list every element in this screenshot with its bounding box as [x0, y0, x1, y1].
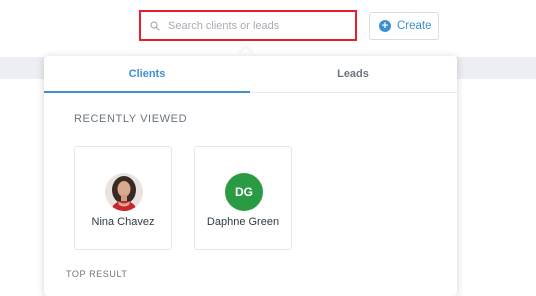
avatar	[105, 173, 143, 211]
recently-viewed-heading: RECENTLY VIEWED	[74, 113, 188, 125]
plus-circle-icon: +	[379, 20, 391, 32]
recent-client-card[interactable]: Nina Chavez	[74, 146, 172, 250]
client-name: Daphne Green	[206, 216, 280, 228]
tab-leads[interactable]: Leads	[250, 56, 456, 92]
create-button[interactable]: + Create	[369, 12, 439, 40]
avatar: DG	[225, 173, 263, 211]
recent-client-card[interactable]: DG Daphne Green	[194, 146, 292, 250]
tab-clients[interactable]: Clients	[44, 56, 250, 93]
search-icon	[150, 20, 162, 32]
search-input[interactable]	[166, 18, 350, 33]
create-button-label: Create	[397, 20, 432, 32]
top-result-heading: TOP RESULT	[66, 269, 128, 279]
search-dropdown-panel: Clients Leads RECENTLY VIEWED Nina Chave…	[44, 56, 457, 296]
tab-bar: Clients Leads	[44, 56, 457, 93]
client-name: Nina Chavez	[91, 216, 155, 228]
search-box[interactable]	[139, 10, 357, 41]
